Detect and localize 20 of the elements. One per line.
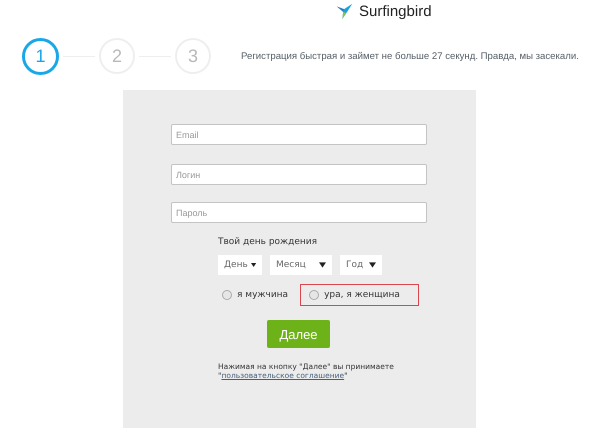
step-circle: 1 <box>22 38 59 74</box>
radio-button[interactable] <box>222 290 232 300</box>
logo-text: Surfingbird <box>359 2 432 20</box>
caret-icon <box>369 262 376 268</box>
dropdown[interactable]: Год <box>340 255 382 275</box>
step-circle: 3 <box>175 38 211 74</box>
input-field[interactable]: Пароль <box>171 202 427 223</box>
input-field[interactable]: Email <box>171 124 427 145</box>
bird-logo-icon <box>335 1 355 21</box>
caret-icon <box>250 262 256 268</box>
radio-label: ура, я женщина <box>324 290 400 300</box>
radio-button[interactable] <box>309 290 320 300</box>
birthday-label: Твой день рождения <box>218 237 318 249</box>
input-field[interactable]: Логин <box>171 164 427 185</box>
step-circle: 2 <box>99 38 135 74</box>
radio-label: я мужчина <box>237 290 288 300</box>
caret-icon <box>319 262 326 268</box>
dropdown[interactable]: Месяц <box>270 255 332 275</box>
dropdown[interactable]: День <box>218 255 262 275</box>
tagline-text: Регистрация быстрая и займет не больше 27 секунд. Правда, мы засекали. <box>241 50 579 62</box>
